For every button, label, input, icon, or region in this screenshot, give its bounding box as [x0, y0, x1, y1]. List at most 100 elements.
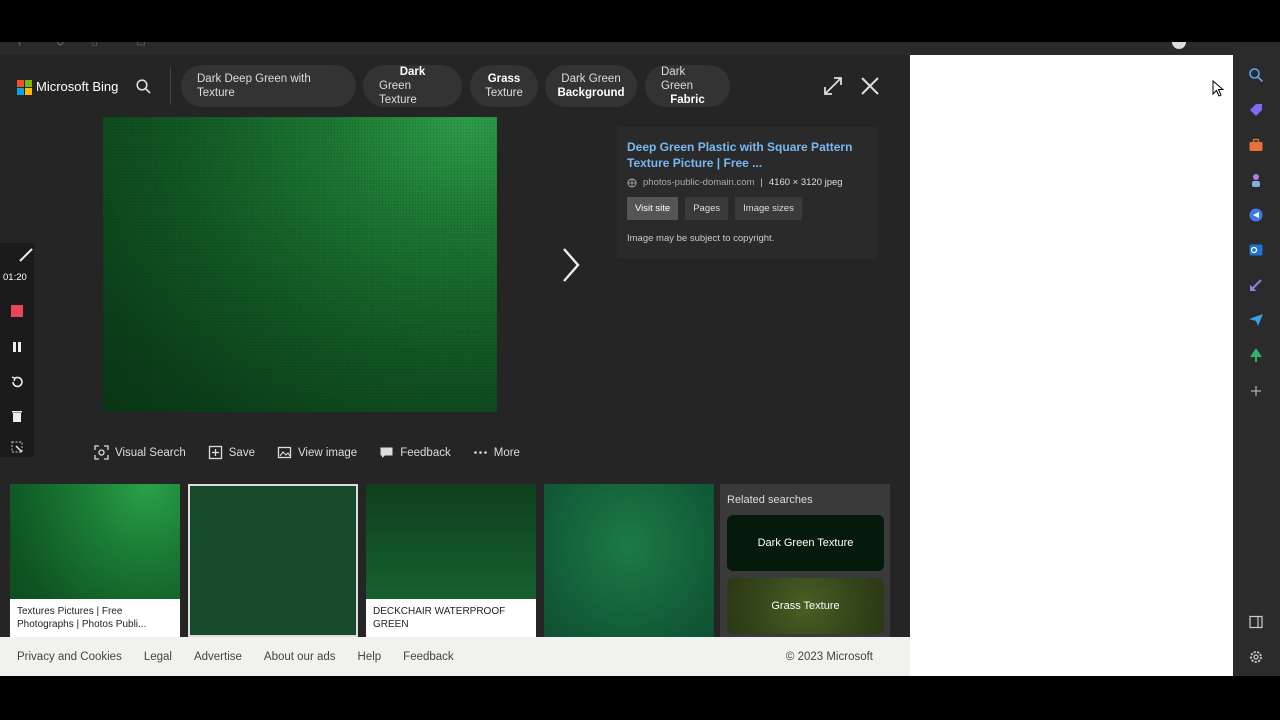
region-select-icon[interactable] — [10, 440, 24, 454]
privacy-link[interactable]: Privacy and Cookies — [17, 651, 122, 663]
feedback-button[interactable]: Feedback — [379, 445, 451, 460]
chip-label: Texture — [485, 87, 523, 99]
expand-icon[interactable] — [822, 75, 844, 97]
refresh-icon[interactable]: ↻ — [56, 42, 64, 49]
related-search-grass-texture[interactable]: Grass Texture — [727, 578, 884, 634]
thumbnail-image[interactable] — [544, 484, 714, 637]
close-icon[interactable] — [859, 75, 881, 97]
settings-gear-icon[interactable] — [1248, 649, 1264, 665]
action-label: Visual Search — [115, 446, 186, 459]
recording-timer: 01:20 — [3, 272, 27, 283]
legal-link[interactable]: Legal — [144, 651, 172, 663]
related-search-dark-green-texture[interactable]: Dark Green Texture — [727, 515, 884, 571]
chip-label-bold: Grass — [487, 73, 521, 85]
chip-dark-deep-green-texture[interactable]: Dark Deep Green with Texture — [181, 65, 356, 107]
more-button[interactable]: More — [473, 445, 520, 460]
chip-label: Dark Green — [561, 73, 621, 85]
action-label: Save — [228, 446, 255, 459]
globe-icon — [627, 178, 637, 187]
stop-record-icon[interactable] — [11, 305, 23, 317]
brand-name: Microsoft Bing — [36, 79, 119, 94]
copilot-icon[interactable] — [1248, 207, 1264, 223]
tree-icon[interactable] — [1248, 347, 1264, 363]
source-domain[interactable]: photos-public-domain.com — [643, 177, 754, 188]
screen: ‹ ↻ ⌂ ▭ Microsoft Bing Dark Deep Green w… — [0, 0, 1280, 720]
action-label: View image — [297, 446, 358, 459]
bing-logo[interactable]: Microsoft Bing — [17, 79, 119, 95]
caption-line: Photographs | Photos Publi... — [17, 619, 147, 630]
page-footer: Privacy and Cookies Legal Advertise Abou… — [0, 637, 910, 676]
thumbnail-image-selected[interactable] — [188, 484, 358, 637]
meta-separator: | — [760, 177, 763, 188]
toolbox-icon[interactable] — [1248, 137, 1264, 153]
back-icon[interactable]: ‹ — [18, 42, 21, 49]
chip-grass-texture[interactable]: Grass Texture — [470, 65, 538, 107]
view-image-icon — [277, 446, 292, 459]
visual-search-button[interactable]: Visual Search — [94, 445, 186, 460]
thumbnail-caption: Textures Pictures | Free Photographs | P… — [10, 599, 180, 637]
image-viewer: Microsoft Bing Dark Deep Green with Text… — [0, 55, 910, 637]
copyright-notice: Image may be subject to copyright. — [627, 233, 775, 244]
chip-label: Dark Deep Green with Texture — [197, 73, 311, 99]
related-searches-panel: Related searches Dark Green Texture Gras… — [720, 484, 890, 637]
blank-page-area — [910, 55, 1233, 676]
image-dimensions: 4160 × 3120 jpeg — [768, 177, 843, 188]
chip-dark-green-background[interactable]: Dark Green Background — [545, 65, 637, 107]
thumbnail-image[interactable]: Textures Pictures | Free Photographs | P… — [10, 484, 180, 637]
drop-icon[interactable] — [1248, 277, 1264, 293]
home-icon[interactable]: ⌂ — [92, 42, 98, 49]
games-icon[interactable] — [1248, 172, 1264, 188]
sidebar-toggle-icon[interactable] — [1248, 614, 1264, 630]
view-image-button[interactable]: View image — [277, 445, 357, 460]
outlook-icon[interactable] — [1248, 242, 1264, 258]
chip-dark-green-texture[interactable]: Dark Green Texture — [363, 65, 462, 107]
chip-label-bold: Background — [557, 87, 625, 99]
thumbnail-image[interactable]: DECKCHAIR WATERPROOF GREEN — [366, 484, 536, 637]
chip-label: Dark Green — [661, 66, 693, 92]
tag-icon[interactable] — [1248, 102, 1264, 118]
pen-icon[interactable] — [18, 247, 34, 263]
next-image-chevron-icon[interactable] — [556, 245, 586, 285]
help-link[interactable]: Help — [358, 651, 382, 663]
chip-label-bold: Fabric — [670, 94, 705, 106]
search-button[interactable] — [130, 73, 156, 99]
screen-recorder-widget: 01:20 — [0, 243, 34, 457]
image-title-link[interactable]: Deep Green Plastic with Square Pattern T… — [627, 139, 868, 171]
add-icon[interactable] — [1248, 383, 1264, 399]
caption-line: Textures Pictures | Free — [17, 606, 123, 617]
trash-icon[interactable] — [10, 409, 24, 423]
related-searches-heading: Related searches — [727, 494, 813, 506]
pause-icon[interactable] — [10, 340, 24, 354]
feedback-link[interactable]: Feedback — [403, 651, 454, 663]
address-bar[interactable]: ▭ — [136, 42, 145, 49]
advertise-link[interactable]: Advertise — [194, 651, 242, 663]
browser-toolbar: ‹ ↻ ⌂ ▭ — [0, 42, 1240, 55]
save-button[interactable]: Save — [208, 445, 255, 460]
about-ads-link[interactable]: About our ads — [264, 651, 336, 663]
action-label: Feedback — [400, 446, 451, 459]
visit-site-button[interactable]: Visit site — [627, 197, 679, 220]
header-divider — [170, 67, 171, 105]
more-dots-icon — [473, 451, 487, 454]
image-action-bar: Visual Search Save View image Feedback M… — [94, 445, 520, 460]
profile-avatar[interactable] — [1172, 42, 1186, 49]
thumbnail-caption: DECKCHAIR WATERPROOF GREEN — [366, 599, 536, 637]
send-icon[interactable] — [1248, 312, 1264, 328]
save-icon — [208, 445, 222, 460]
edge-sidebar — [1233, 42, 1280, 676]
pages-button[interactable]: Pages — [685, 197, 729, 220]
mouse-cursor-icon — [1212, 80, 1224, 97]
image-sizes-button[interactable]: Image sizes — [735, 197, 802, 220]
action-label: More — [493, 446, 520, 459]
feedback-icon — [380, 447, 393, 458]
search-icon — [135, 78, 151, 94]
visual-search-icon — [94, 445, 109, 460]
main-image-preview[interactable] — [103, 117, 497, 412]
microsoft-logo-icon — [17, 79, 32, 95]
restart-icon[interactable] — [10, 375, 24, 389]
chip-label: Green Texture — [379, 80, 417, 106]
footer-copyright: © 2023 Microsoft — [785, 650, 873, 663]
chip-dark-green-fabric[interactable]: Dark Green Fabric — [645, 65, 730, 107]
image-info-panel: Deep Green Plastic with Square Pattern T… — [617, 127, 878, 259]
search-icon[interactable] — [1248, 67, 1264, 83]
